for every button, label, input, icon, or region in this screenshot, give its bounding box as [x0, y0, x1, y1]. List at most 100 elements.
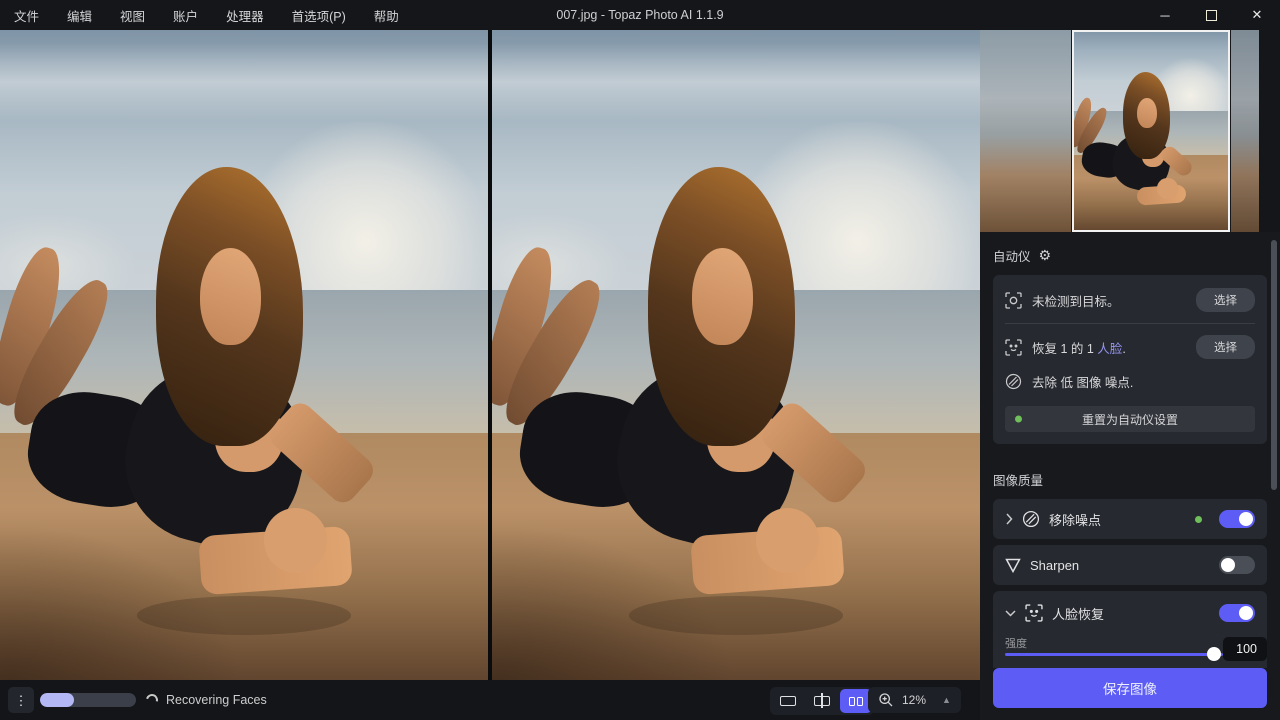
face-detect-icon [1005, 339, 1022, 356]
image-quality-title: 图像质量 [993, 470, 1043, 489]
autopilot-subject-row: 未检测到目标。 选择 [1005, 287, 1255, 313]
spinner-icon [144, 692, 160, 708]
side-by-side-view-icon [849, 697, 855, 706]
autopilot-card: 未检测到目标。 选择 恢复 1 的 1 [993, 275, 1267, 444]
photo-cloud-streaks [0, 43, 488, 121]
before-pane[interactable] [0, 30, 488, 680]
sharpen-icon [1005, 558, 1021, 573]
autopilot-status-dot [1015, 416, 1022, 423]
sharpen-label: Sharpen [1030, 558, 1079, 573]
sharpen-toggle[interactable] [1219, 556, 1255, 574]
status-bar: ⋮ Recovering Faces [0, 680, 980, 720]
view-mode-group [770, 687, 874, 715]
split-view-icon [814, 696, 830, 706]
photo-figure-face [692, 248, 753, 346]
maximize-icon [1206, 10, 1217, 21]
zoom-level-value[interactable]: 12% [902, 693, 926, 707]
image-quality-header: 图像质量 [993, 470, 1267, 489]
photo-before [0, 30, 488, 680]
strength-slider[interactable] [1005, 647, 1223, 661]
side-by-side-view-icon [857, 697, 863, 706]
toggle-knob [1239, 512, 1253, 526]
navigator-edge [1259, 30, 1280, 232]
window-title: 007.jpg - Topaz Photo AI 1.1.9 [556, 0, 723, 30]
photo-figure-face [200, 248, 261, 346]
menubar: 文件 编辑 视图 账户 处理器 首选项(P) 帮助 [0, 6, 399, 25]
comparison-viewer [0, 30, 980, 680]
zoom-caret-up-icon[interactable]: ▲ [942, 695, 951, 705]
denoise-icon [1005, 373, 1022, 390]
autopilot-face-row: 恢复 1 的 1 人脸. 选择 [1005, 334, 1255, 360]
face-recovery-card: 人脸恢复 强度 100 1人脸 [993, 591, 1267, 668]
face-status-text: 恢复 1 的 1 人脸. [1032, 338, 1126, 357]
single-view-icon [780, 696, 796, 706]
zoom-control: 12% ▲ [868, 687, 961, 713]
single-view-button[interactable] [772, 689, 804, 713]
autopilot-header: 自动仪 ⚙ [993, 246, 1267, 265]
menu-preferences[interactable]: 首选项(P) [292, 6, 346, 25]
photo-reflection [629, 596, 844, 635]
navigator-thumbnail[interactable] [980, 30, 1280, 232]
remove-noise-toggle[interactable] [1219, 510, 1255, 528]
window-controls: ─ ✕ [1142, 0, 1280, 30]
toggle-knob [1221, 558, 1235, 572]
chevron-down-icon[interactable] [1005, 610, 1016, 617]
dots-menu-icon: ⋮ [15, 693, 28, 708]
toggle-knob [1239, 606, 1253, 620]
save-image-button[interactable]: 保存图像 [993, 668, 1267, 708]
menu-processor[interactable]: 处理器 [226, 6, 264, 25]
progress-fill [40, 693, 74, 707]
subject-select-button[interactable]: 选择 [1196, 288, 1255, 312]
minimize-icon: ─ [1160, 8, 1169, 23]
menu-view[interactable]: 视图 [120, 6, 145, 25]
photo-cloud-streaks [492, 43, 980, 121]
menu-file[interactable]: 文件 [14, 6, 39, 25]
gear-icon[interactable]: ⚙ [1039, 247, 1052, 264]
photo-reflection [137, 596, 352, 635]
menu-account[interactable]: 账户 [173, 6, 198, 25]
reset-autopilot-label: 重置为自动仪设置 [1082, 413, 1178, 427]
photo-figure-hands [264, 508, 327, 573]
close-icon: ✕ [1252, 7, 1263, 23]
slider-thumb[interactable] [1207, 647, 1221, 661]
face-status-suffix: . [1122, 342, 1125, 356]
minimize-button[interactable]: ─ [1142, 0, 1188, 30]
strength-row: 强度 100 [1005, 635, 1255, 661]
face-recovery-label: 人脸恢复 [1052, 604, 1104, 623]
slider-track [1005, 653, 1223, 656]
close-button[interactable]: ✕ [1234, 0, 1280, 30]
navigator-viewport[interactable] [1072, 30, 1230, 232]
autopilot-active-dot [1195, 516, 1202, 523]
titlebar: 文件 编辑 视图 账户 处理器 首选项(P) 帮助 007.jpg - Topa… [0, 0, 1280, 30]
remove-noise-label: 移除噪点 [1049, 510, 1101, 529]
face-recovery-toggle[interactable] [1219, 604, 1255, 622]
menu-help[interactable]: 帮助 [374, 6, 399, 25]
maximize-button[interactable] [1188, 0, 1234, 30]
navigator-dim-left [980, 30, 1072, 232]
face-status-prefix: 恢复 1 的 1 [1032, 342, 1097, 356]
face-status-link[interactable]: 人脸 [1097, 342, 1122, 356]
app-window: 文件 编辑 视图 账户 处理器 首选项(P) 帮助 007.jpg - Topa… [0, 0, 1280, 720]
reset-autopilot-button[interactable]: 重置为自动仪设置 [1005, 406, 1255, 432]
subject-status-text: 未检测到目标。 [1032, 291, 1120, 310]
progress-bar [40, 693, 136, 707]
autopilot-title: 自动仪 [993, 246, 1031, 265]
panel-scrollbar[interactable] [1271, 240, 1277, 490]
face-select-button[interactable]: 选择 [1196, 335, 1255, 359]
sharpen-card[interactable]: Sharpen [993, 545, 1267, 585]
noise-status-text: 去除 低 图像 噪点. [1032, 372, 1133, 391]
photo-figure-hands [756, 508, 819, 573]
processing-status-text: Recovering Faces [166, 693, 267, 707]
face-recovery-icon [1025, 604, 1043, 622]
remove-noise-card[interactable]: 移除噪点 [993, 499, 1267, 539]
face-recovery-header[interactable]: 人脸恢复 [1005, 601, 1255, 625]
panel-scroll-area[interactable]: 自动仪 ⚙ 未检测到目标。 选择 [980, 232, 1280, 668]
zoom-in-icon[interactable] [878, 692, 894, 708]
menu-edit[interactable]: 编辑 [67, 6, 92, 25]
strength-value[interactable]: 100 [1223, 637, 1267, 661]
split-view-button[interactable] [806, 689, 838, 713]
more-options-button[interactable]: ⋮ [8, 687, 34, 713]
chevron-right-icon[interactable] [1005, 513, 1013, 525]
subject-detect-icon [1005, 292, 1022, 309]
after-pane[interactable] [492, 30, 980, 680]
